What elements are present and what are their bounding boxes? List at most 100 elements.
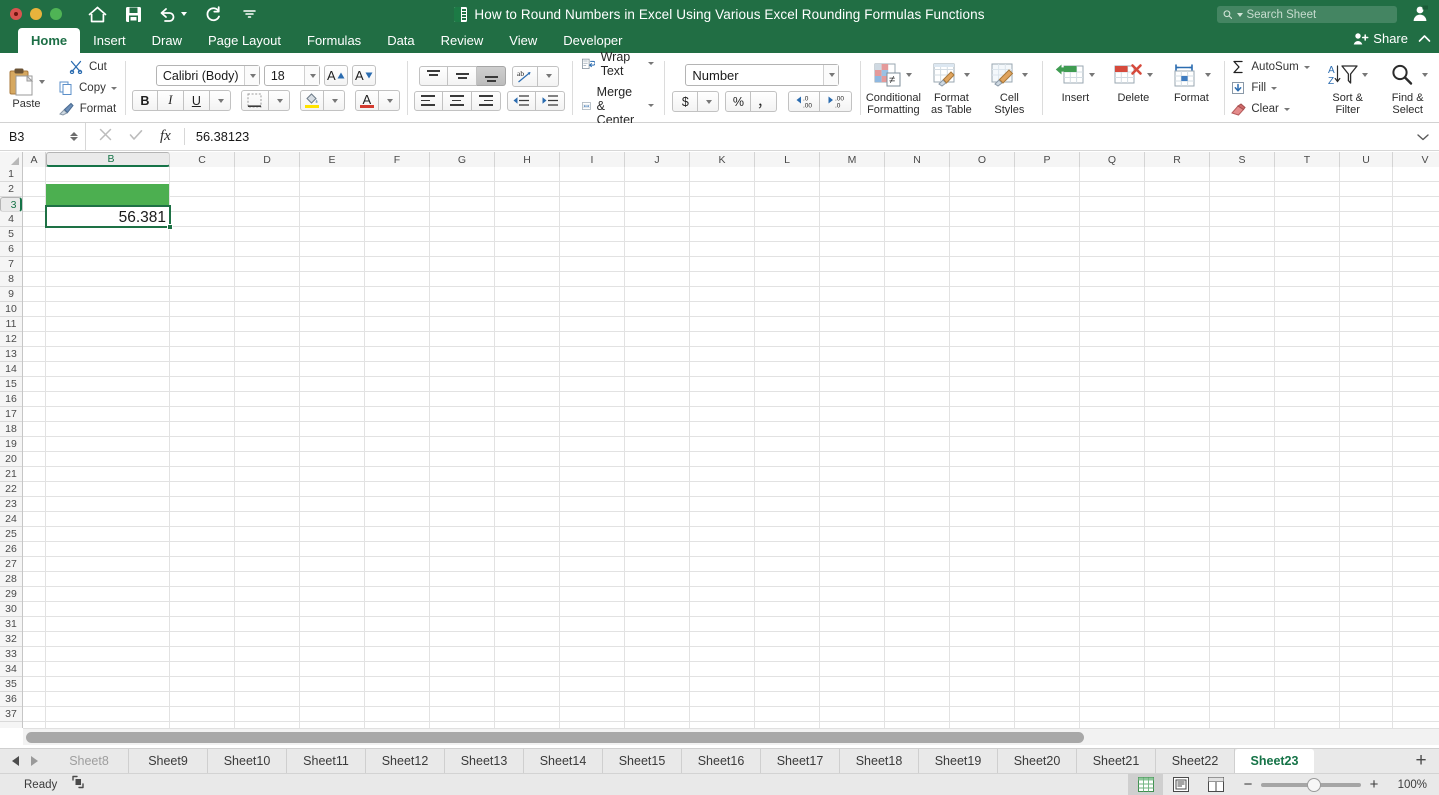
cut-button[interactable]: Cut (68, 58, 110, 77)
sort-filter-button[interactable]: AZ Sort & Filter (1319, 55, 1377, 121)
row-header-36[interactable]: 36 (0, 692, 22, 707)
paste-options-chevron-icon[interactable] (39, 79, 45, 84)
row-header-23[interactable]: 23 (0, 497, 22, 512)
clear-button[interactable]: Clear (1230, 100, 1312, 119)
conditional-formatting-chevron-icon[interactable] (906, 73, 913, 77)
row-header-1[interactable]: 1 (0, 167, 22, 182)
currency-chevron-icon[interactable] (698, 91, 720, 112)
copy-button[interactable]: Copy (58, 79, 120, 98)
format-cells-button[interactable]: Format (1162, 55, 1220, 121)
zoom-window-button[interactable] (50, 8, 62, 20)
borders-chevron-icon[interactable] (268, 90, 290, 111)
column-header-P[interactable]: P (1015, 152, 1080, 167)
cell-area[interactable]: 56.381 (23, 167, 1439, 728)
sheet-tab-sheet12[interactable]: Sheet12 (366, 749, 445, 773)
font-size-select[interactable]: 18 (263, 65, 320, 86)
search-scope-chevron-icon[interactable] (1237, 12, 1244, 17)
row-header-12[interactable]: 12 (0, 332, 22, 347)
decrease-font-size-button[interactable]: A (351, 65, 376, 86)
sheet-tab-sheet9[interactable]: Sheet9 (129, 749, 208, 773)
redo-icon[interactable] (202, 3, 224, 25)
tab-review[interactable]: Review (428, 28, 497, 53)
previous-sheet-icon[interactable] (12, 756, 19, 766)
sort-filter-chevron-icon[interactable] (1361, 73, 1368, 77)
column-header-V[interactable]: V (1393, 152, 1439, 167)
format-as-table-button[interactable]: Format as Table (922, 55, 980, 121)
column-header-U[interactable]: U (1340, 152, 1393, 167)
search-sheet-box[interactable] (1217, 6, 1397, 23)
row-header-19[interactable]: 19 (0, 437, 22, 452)
orientation-chevron-icon[interactable] (538, 65, 560, 87)
row-header-16[interactable]: 16 (0, 392, 22, 407)
sheet-tab-sheet20[interactable]: Sheet20 (998, 749, 1077, 773)
expand-formula-bar-icon[interactable] (1407, 128, 1439, 146)
format-painter-button[interactable]: Format (59, 100, 119, 119)
sheet-tab-sheet11[interactable]: Sheet11 (287, 749, 366, 773)
row-header-27[interactable]: 27 (0, 557, 22, 572)
sheet-tab-sheet14[interactable]: Sheet14 (524, 749, 603, 773)
merge-center-button[interactable]: Merge & Center (581, 85, 655, 127)
sheet-tab-sheet19[interactable]: Sheet19 (919, 749, 998, 773)
fill-chevron-icon[interactable] (1271, 86, 1278, 90)
find-select-button[interactable]: Find & Select (1379, 55, 1437, 121)
sheet-tab-sheet8[interactable]: Sheet8 (50, 749, 129, 773)
wrap-text-button[interactable]: Wrap Text (581, 50, 655, 78)
tab-formulas[interactable]: Formulas (294, 28, 374, 53)
sheet-tab-sheet13[interactable]: Sheet13 (445, 749, 524, 773)
decrease-decimal-button[interactable]: .00.0 (820, 91, 853, 112)
normal-view-button[interactable] (1128, 773, 1163, 795)
tab-page-layout[interactable]: Page Layout (195, 28, 294, 53)
row-header-31[interactable]: 31 (0, 617, 22, 632)
tab-draw[interactable]: Draw (139, 28, 195, 53)
sheet-tab-sheet21[interactable]: Sheet21 (1077, 749, 1156, 773)
row-header-26[interactable]: 26 (0, 542, 22, 557)
sheet-tab-sheet15[interactable]: Sheet15 (603, 749, 682, 773)
next-sheet-icon[interactable] (31, 756, 38, 766)
row-header-4[interactable]: 4 (0, 212, 22, 227)
sheet-tab-sheet23[interactable]: Sheet23 (1235, 749, 1314, 773)
cell-styles-button[interactable]: Cell Styles (980, 55, 1038, 121)
orientation-button[interactable]: ab (512, 65, 539, 87)
share-button[interactable]: Share (1353, 31, 1408, 46)
column-header-F[interactable]: F (365, 152, 430, 167)
row-header-28[interactable]: 28 (0, 572, 22, 587)
underline-button[interactable]: U (183, 90, 210, 111)
save-icon[interactable] (122, 3, 144, 25)
row-header-7[interactable]: 7 (0, 257, 22, 272)
row-header-22[interactable]: 22 (0, 482, 22, 497)
align-left-button[interactable] (413, 90, 443, 111)
row-header-6[interactable]: 6 (0, 242, 22, 257)
align-bottom-button[interactable] (477, 66, 507, 86)
column-header-N[interactable]: N (885, 152, 950, 167)
autosum-chevron-icon[interactable] (1303, 65, 1310, 69)
align-middle-button[interactable] (448, 66, 478, 86)
tab-view[interactable]: View (496, 28, 550, 53)
column-header-R[interactable]: R (1145, 152, 1210, 167)
copy-chevron-icon[interactable] (110, 86, 117, 90)
row-header-20[interactable]: 20 (0, 452, 22, 467)
column-header-A[interactable]: A (23, 152, 46, 167)
row-header-32[interactable]: 32 (0, 632, 22, 647)
column-header-H[interactable]: H (495, 152, 560, 167)
delete-cells-chevron-icon[interactable] (1147, 73, 1154, 77)
autosum-button[interactable]: AutoSum (1230, 58, 1312, 77)
cell-B2[interactable] (46, 184, 169, 205)
increase-decimal-button[interactable]: .0.00 (788, 91, 821, 112)
row-header-15[interactable]: 15 (0, 377, 22, 392)
font-color-button[interactable]: A (354, 90, 379, 111)
zoom-in-button[interactable]: + (1369, 776, 1379, 793)
percent-style-button[interactable]: % (725, 91, 752, 112)
sheet-tab-sheet17[interactable]: Sheet17 (761, 749, 840, 773)
increase-font-size-button[interactable]: A (323, 65, 348, 86)
row-header-3[interactable]: 3 (0, 197, 22, 212)
name-box[interactable]: B3 (0, 122, 86, 151)
increase-indent-button[interactable] (535, 90, 565, 111)
number-format-select[interactable]: Number (685, 64, 840, 86)
italic-button[interactable]: I (157, 90, 184, 111)
column-header-E[interactable]: E (300, 152, 365, 167)
collapse-ribbon-icon[interactable] (1418, 32, 1431, 46)
customize-toolbar-icon[interactable] (238, 3, 260, 25)
fill-color-button[interactable] (299, 90, 324, 111)
sheet-tab-sheet10[interactable]: Sheet10 (208, 749, 287, 773)
row-header-5[interactable]: 5 (0, 227, 22, 242)
